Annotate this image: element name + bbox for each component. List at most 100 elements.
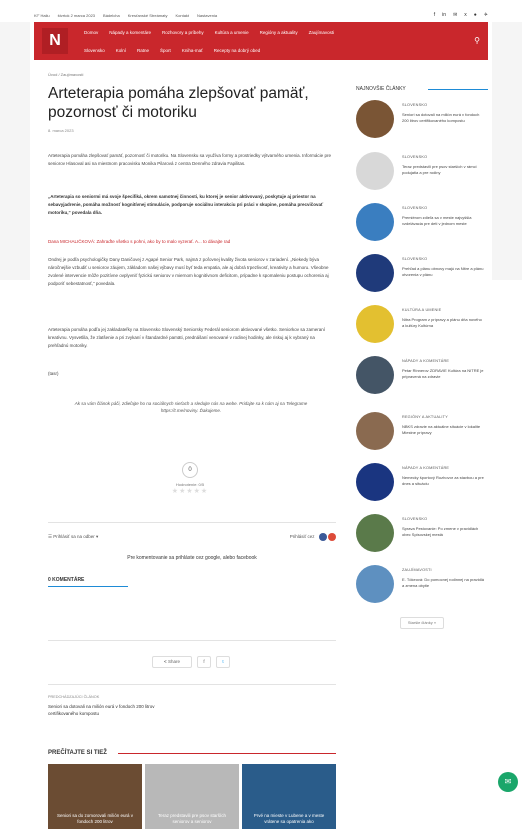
nav-item[interactable]: Šport	[160, 48, 171, 53]
nav-item[interactable]: Kolní	[116, 48, 126, 53]
sidebar-article[interactable]: NÁPADY A KOMENTÁRE Nemecky športový Rozh…	[356, 463, 486, 501]
nav-row-secondary: Slovensko Kolní Ratne Šport Kniha-mať Re…	[84, 48, 260, 53]
article-quote: „Arteterapia so seniormi má svoje špecif…	[48, 194, 324, 215]
sidebar-article-thumb[interactable]	[356, 356, 394, 394]
sidebar-article-title[interactable]: NBKS zdravie na aktuálne situácie v loka…	[402, 424, 484, 436]
subscribe-dropdown[interactable]: ☰ Prihlásiť sa na odber ▾	[48, 534, 98, 540]
nav-item[interactable]: Kultúra a umenie	[215, 30, 249, 35]
article-related-link[interactable]: Dana MICHALIČKOVÁ: Zahraďte všetko s poh…	[48, 238, 333, 246]
x-icon[interactable]: x	[464, 12, 467, 18]
sidebar-article-category[interactable]: SLOVENSKO	[402, 155, 427, 159]
sidebar-article-title[interactable]: Nemecky športový Rozhovor za stavbou a p…	[402, 475, 484, 487]
read-more-card[interactable]: Teraz predstavili pre psov starších seni…	[145, 764, 239, 829]
sidebar-article-category[interactable]: KULTÚRA A UMENIE	[402, 308, 441, 312]
sidebar-article-category[interactable]: NÁPADY A KOMENTÁRE	[402, 359, 449, 363]
top-link[interactable]: Kresťanské Streámaty	[128, 13, 168, 18]
search-icon[interactable]: ⚲	[474, 36, 480, 45]
sidebar-article-thumb[interactable]	[356, 565, 394, 603]
mail-icon[interactable]: ✉	[453, 12, 457, 18]
twitter-share-icon[interactable]: t	[216, 656, 230, 668]
facebook-icon[interactable]: f	[434, 12, 435, 18]
sidebar-article[interactable]: REGIÓNY A AKTUALITY NBKS zdravie na aktu…	[356, 412, 486, 450]
read-more-card[interactable]: Seniori sa do zomorovali milión eurá v f…	[48, 764, 142, 829]
top-date: štvrtok 2 marca 2023	[57, 12, 96, 18]
nav-item[interactable]: Slovensko	[84, 48, 105, 53]
instagram-icon[interactable]: ●	[474, 12, 477, 18]
sidebar-article[interactable]: KULTÚRA A UMENIE Nitra Program z príprav…	[356, 305, 486, 343]
sidebar-article-title[interactable]: E. Tókeová: Do pomocnej rodinnej na prav…	[402, 577, 484, 589]
sidebar-article-title[interactable]: Petar Rinnerov ZDRAVIE Kultúra na NITRE …	[402, 368, 484, 380]
sidebar-article-thumb[interactable]	[356, 203, 394, 241]
site-logo[interactable]: N	[42, 28, 68, 54]
sidebar-article[interactable]: NÁPADY A KOMENTÁRE Petar Rinnerov ZDRAVI…	[356, 356, 486, 394]
divider	[48, 522, 336, 523]
facebook-share-icon[interactable]: f	[197, 656, 211, 668]
sidebar-article[interactable]: SLOVENSKO Seniori sa dotovali na milión …	[356, 100, 486, 138]
sidebar-article[interactable]: SLOVENSKO Sprava Pestovanie: Po zmene v …	[356, 514, 486, 552]
share-label: Share	[167, 659, 180, 664]
sidebar-article-title[interactable]: Sprava Pestovanie: Po zmene v pravidlách…	[402, 526, 484, 538]
sidebar-article[interactable]: SLOVENSKO Prehľad a plánu obnovy majú na…	[356, 254, 486, 292]
sidebar-article-thumb[interactable]	[356, 463, 394, 501]
sidebar-article-title[interactable]: Premiérom zdieľa sa v meste najvyššia vz…	[402, 215, 484, 227]
sidebar-article-title[interactable]: Nitra Program z prípravy a plánu dňa nov…	[402, 317, 484, 329]
chat-icon[interactable]: ✉	[498, 772, 518, 792]
sidebar-article-thumb[interactable]	[356, 412, 394, 450]
google-login-icon[interactable]	[328, 533, 336, 541]
sidebar-article-title[interactable]: Prehľad a plánu obnovy majú na Nitre a p…	[402, 266, 484, 278]
top-link[interactable]: Kľ° Hailu	[34, 13, 50, 18]
nav-item[interactable]: Recepty na dobrý obed	[214, 48, 261, 53]
login-prompt: Pre komentovanie sa prihláste cez google…	[127, 555, 257, 561]
older-articles-button[interactable]: Staršie články »	[400, 617, 444, 629]
prev-article-link[interactable]: Seniori sa dotovali na milión eurá v fon…	[48, 703, 158, 717]
nav-row-primary: Domov Nápady a komentáre Rozhovory a prí…	[84, 30, 334, 35]
nav-item[interactable]: Zaujímavosti	[309, 30, 335, 35]
read-more-card[interactable]: Prvé na mieste v Lubene a v meste vráten…	[242, 764, 336, 829]
sidebar-article-thumb[interactable]	[356, 152, 394, 190]
sidebar-article-category[interactable]: SLOVENSKO	[402, 103, 427, 107]
share-button[interactable]: < Share	[152, 656, 192, 668]
article-paragraph: Arteterapia pomáha podľa jej zakladateľk…	[48, 327, 326, 348]
nav-item[interactable]: Nápady a komentáre	[109, 30, 151, 35]
top-link[interactable]: Bádelcha	[103, 13, 120, 18]
nav-item[interactable]: Regióny a aktuality	[260, 30, 298, 35]
left-side-ad[interactable]	[0, 22, 30, 280]
read-more-underline	[118, 753, 336, 754]
sidebar-article-category[interactable]: SLOVENSKO	[402, 517, 427, 521]
sidebar-article-title[interactable]: Seniori sa dotovali na milión eurá v fon…	[402, 112, 484, 124]
sidebar-article-category[interactable]: NÁPADY A KOMENTÁRE	[402, 466, 449, 470]
sidebar-article-title[interactable]: Teraz predstavili pre psov starších v rá…	[402, 164, 484, 176]
nav-item[interactable]: Domov	[84, 30, 98, 35]
sidebar-article-thumb[interactable]	[356, 514, 394, 552]
telegram-icon[interactable]: ✈	[484, 12, 488, 18]
breadcrumb[interactable]: Úvod / Zaujímavosti	[48, 72, 83, 77]
sidebar-heading: NAJNOVŠIE ČLÁNKY	[356, 86, 406, 92]
sidebar-article-thumb[interactable]	[356, 305, 394, 343]
article-paragraph: Ondrej je podľa psychologičky Dany Danič…	[48, 257, 329, 286]
rating-stars[interactable]: ★★★★★	[160, 487, 220, 495]
sidebar-article-category[interactable]: SLOVENSKO	[402, 206, 427, 210]
share-back-icon: <	[164, 659, 167, 664]
divider	[48, 684, 336, 685]
top-link[interactable]: Nastavenia	[197, 13, 217, 18]
sidebar-article-category[interactable]: SLOVENSKO	[402, 257, 427, 261]
sidebar-article-category[interactable]: REGIÓNY A AKTUALITY	[402, 415, 448, 419]
sidebar-article-thumb[interactable]	[356, 254, 394, 292]
main-navbar: N Domov Nápady a komentáre Rozhovory a p…	[34, 22, 488, 60]
nav-item[interactable]: Ratne	[137, 48, 149, 53]
sidebar-article[interactable]: SLOVENSKO Premiérom zdieľa sa v meste na…	[356, 203, 486, 241]
nav-item[interactable]: Rozhovory a príbehy	[162, 30, 204, 35]
right-side-ad[interactable]	[492, 22, 522, 280]
linkedin-icon[interactable]: in	[442, 12, 446, 18]
read-more-card-title: Prvé na mieste v Lubene a v meste vráten…	[253, 813, 325, 824]
article-source-tag: (tasr)	[48, 371, 59, 376]
sidebar-article-thumb[interactable]	[356, 100, 394, 138]
top-link[interactable]: Kontakt	[175, 13, 189, 18]
sidebar-article[interactable]: ZAUJÍMAVOSTI E. Tókeová: Do pomocnej rod…	[356, 565, 486, 603]
social-icons: f in ✉ x ● ✈	[434, 12, 488, 18]
facebook-login-icon[interactable]	[318, 533, 327, 541]
nav-item[interactable]: Kniha-mať	[182, 48, 203, 53]
article-date: 8. marca 2023	[48, 128, 74, 133]
sidebar-article[interactable]: SLOVENSKO Teraz predstavili pre psov sta…	[356, 152, 486, 190]
sidebar-article-category[interactable]: ZAUJÍMAVOSTI	[402, 568, 432, 572]
